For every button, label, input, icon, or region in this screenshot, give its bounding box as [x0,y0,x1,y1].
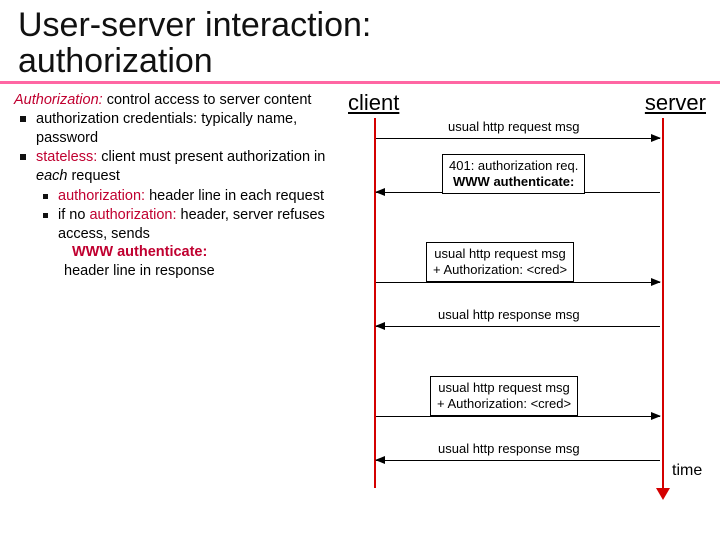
www-auth-label: WWW authenticate: [72,244,207,260]
arrow-req-3 [376,416,660,417]
box-401: 401: authorization req. WWW authenticate… [442,154,585,193]
slide-body: Authorization: control access to server … [0,84,720,280]
bullet-list: authorization credentials: typically nam… [14,110,344,280]
server-label: server [645,90,706,116]
authorization-def: Authorization: control access to server … [14,92,344,108]
msg-resp-2: usual http response msg [438,308,580,323]
sub-bullet-list: authorization: header line in each reque… [40,187,344,281]
bullet-stateless: stateless: client must present authoriza… [14,148,344,280]
title-line1: User-server interaction: [18,6,371,44]
slide-title: User-server interaction: authorization [0,0,720,84]
bullet-credentials: authorization credentials: typically nam… [14,110,344,147]
sub-bullet-no-auth: if no authorization: header, server refu… [40,206,344,280]
client-label: client [348,90,399,116]
arrow-req-1 [376,138,660,139]
arrow-req-2 [376,282,660,283]
authorization-rest: control access to server content [103,92,312,108]
time-arrow-icon [656,488,670,500]
time-label: time [672,462,702,480]
response-line: header line in response [58,262,344,281]
box-req-3: usual http request msg + Authorization: … [430,376,578,415]
msg-req-1: usual http request msg [448,120,580,135]
arrow-resp-2 [376,326,660,327]
box-req-2: usual http request msg + Authorization: … [426,242,574,281]
msg-resp-3: usual http response msg [438,442,580,457]
sub-bullet-auth-header: authorization: header line in each reque… [40,187,344,206]
arrow-resp-3 [376,460,660,461]
server-timeline [662,118,664,488]
client-timeline [374,118,376,488]
sequence-diagram: client server time usual http request ms… [344,92,710,280]
left-column: Authorization: control access to server … [14,92,344,280]
authorization-word: Authorization: [14,92,103,108]
title-line2: authorization [18,42,213,80]
